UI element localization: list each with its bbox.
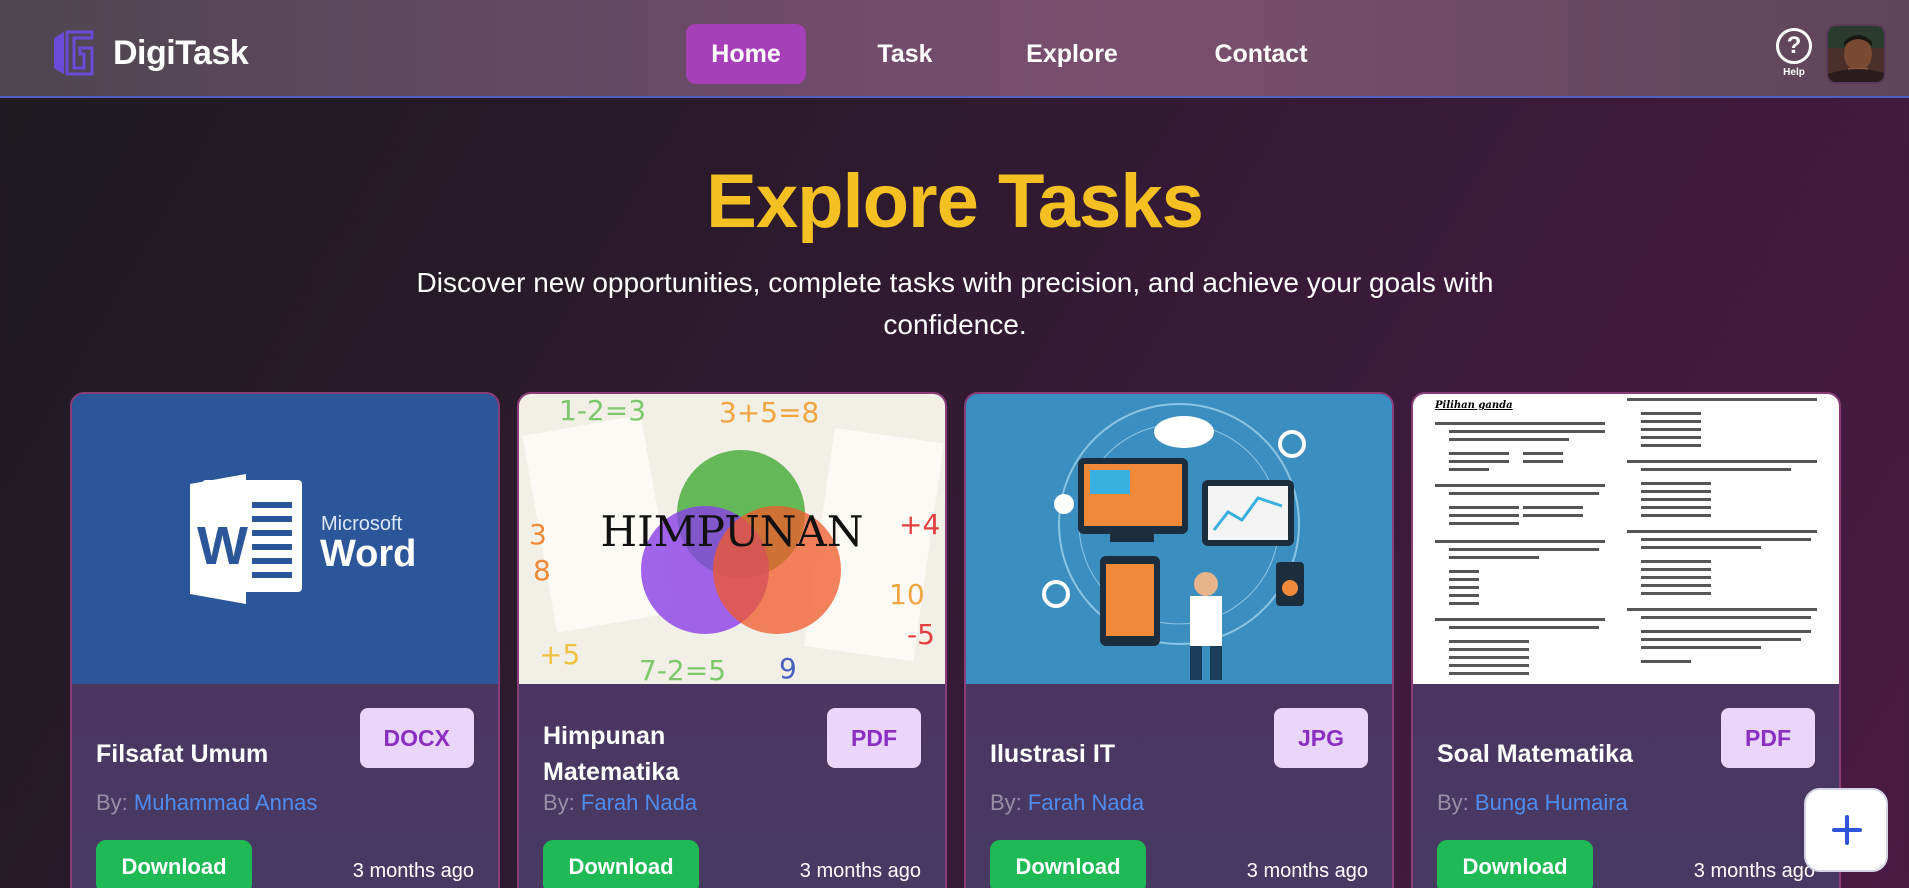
help-icon: ? xyxy=(1776,28,1812,64)
author-link[interactable]: Farah Nada xyxy=(1028,790,1144,815)
card-timestamp: 3 months ago xyxy=(799,860,921,882)
download-button[interactable]: Download xyxy=(543,840,699,888)
svg-text:+4: +4 xyxy=(899,508,940,541)
it-illustration-icon xyxy=(1042,403,1306,680)
nav-home-link[interactable]: Home xyxy=(686,24,806,84)
card-timestamp: 3 months ago xyxy=(352,860,474,882)
page-subtitle: Discover new opportunities, complete tas… xyxy=(416,267,1494,340)
task-card[interactable]: W Microsoft Word Filsafat Umum DOCX By: … xyxy=(70,392,500,888)
download-button[interactable]: Download xyxy=(96,840,252,888)
card-thumbnail: W Microsoft Word xyxy=(72,394,498,684)
task-card[interactable]: Pilihan ganda Soal Matematika PDF By: Bu… xyxy=(1411,392,1841,888)
microsoft-word-logo-icon: W Microsoft Word xyxy=(190,474,416,604)
svg-text:3: 3 xyxy=(529,518,547,551)
file-type-badge: JPG xyxy=(1273,708,1368,768)
task-card[interactable]: 1-2=3 3+5=8 3 8 +4 10 -5 7-2=5 9 +5 HIMP… xyxy=(517,392,947,888)
plus-icon xyxy=(1832,815,1862,845)
download-button[interactable]: Download xyxy=(990,840,1146,888)
svg-text:+5: +5 xyxy=(539,638,580,671)
download-button[interactable]: Download xyxy=(1437,840,1593,888)
add-task-button[interactable] xyxy=(1804,788,1888,872)
digitask-logo-icon[interactable] xyxy=(50,28,96,78)
card-author: By: Farah Nada xyxy=(990,790,1145,815)
nav-task-link[interactable]: Task xyxy=(860,24,950,84)
card-author: By: Farah Nada xyxy=(543,790,698,815)
nav-explore-link[interactable]: Explore xyxy=(1016,24,1128,84)
card-timestamp: 3 months ago xyxy=(1693,860,1815,882)
svg-text:9: 9 xyxy=(779,652,797,684)
card-timestamp: 3 months ago xyxy=(1246,860,1368,882)
card-thumbnail xyxy=(966,394,1392,684)
help-button[interactable]: ? Help xyxy=(1773,28,1815,78)
author-link[interactable]: Muhammad Annas xyxy=(134,790,317,815)
file-type-badge: PDF xyxy=(1721,708,1815,768)
svg-text:7-2=5: 7-2=5 xyxy=(639,654,726,684)
svg-text:-5: -5 xyxy=(907,618,935,651)
page-title: Explore Tasks xyxy=(706,159,1204,244)
card-title: Himpunan Matematika xyxy=(543,722,680,786)
svg-text:1-2=3: 1-2=3 xyxy=(559,394,646,427)
user-avatar[interactable] xyxy=(1826,24,1886,84)
navbar: DigiTask Home Task Explore Contact ? Hel… xyxy=(0,0,1909,98)
card-title: Filsafat Umum xyxy=(96,740,269,768)
svg-text:8: 8 xyxy=(533,554,551,587)
svg-text:W: W xyxy=(197,516,248,576)
file-type-badge: DOCX xyxy=(359,708,474,768)
card-title: Ilustrasi IT xyxy=(990,740,1116,768)
word-logo-big-text: Word xyxy=(320,533,416,575)
brand-name[interactable]: DigiTask xyxy=(113,34,249,73)
svg-text:10: 10 xyxy=(889,578,925,611)
card-title: Soal Matematika xyxy=(1437,740,1633,768)
task-card[interactable]: Ilustrasi IT JPG By: Farah Nada Download… xyxy=(964,392,1394,888)
word-logo-small-text: Microsoft xyxy=(321,513,403,535)
card-thumbnail: 1-2=3 3+5=8 3 8 +4 10 -5 7-2=5 9 +5 HIMP… xyxy=(519,394,945,684)
file-type-badge: PDF xyxy=(827,708,921,768)
venn-diagram-icon: 1-2=3 3+5=8 3 8 +4 10 -5 7-2=5 9 +5 HIMP… xyxy=(522,394,944,684)
card-author: By: Muhammad Annas xyxy=(96,790,318,815)
card-thumbnail: Pilihan ganda xyxy=(1413,394,1839,684)
help-label: Help xyxy=(1783,67,1805,78)
svg-text:3+5=8: 3+5=8 xyxy=(719,396,819,429)
author-link[interactable]: Farah Nada xyxy=(581,790,697,815)
nav-contact-link[interactable]: Contact xyxy=(1200,24,1322,84)
worksheet-heading: Pilihan ganda xyxy=(1434,400,1513,411)
author-link[interactable]: Bunga Humaira xyxy=(1475,790,1628,815)
card-author: By: Bunga Humaira xyxy=(1437,790,1628,815)
himpunan-label: HIMPUNAN xyxy=(601,507,864,556)
math-worksheet-icon: Pilihan ganda xyxy=(1434,398,1817,675)
